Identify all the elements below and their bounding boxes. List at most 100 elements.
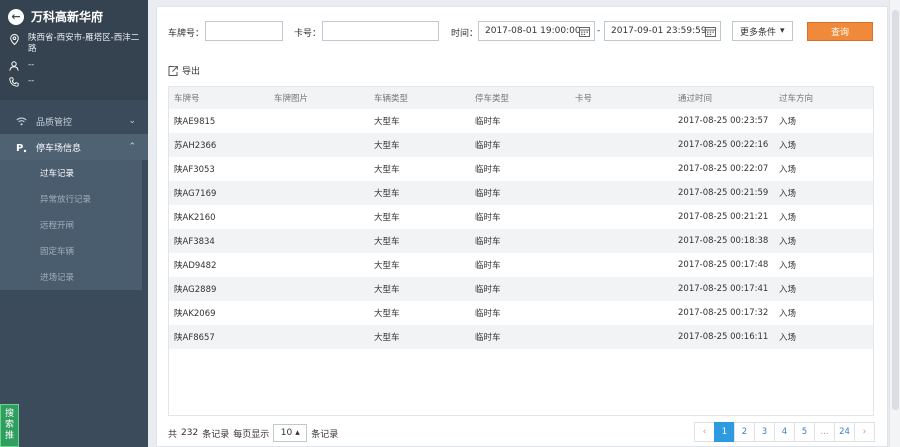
cell-vehicle-type: 大型车	[374, 165, 400, 175]
column-header-pass-time[interactable]: 通过时间	[673, 87, 774, 109]
column-header-direction[interactable]: 过车方向	[774, 87, 873, 109]
scrollbar-thumb[interactable]	[892, 10, 899, 410]
cell-card-number	[570, 229, 673, 253]
page-size-select[interactable]: 10 ▴	[273, 424, 308, 442]
sidebar-menu: 品质管控 ⌄ P 停车场信息 ⌃ 过车记录 异常放行记录 远程开闸 固定车辆 进…	[0, 100, 148, 290]
table-row[interactable]: 陕AG2889 大型车 临时车 2017-08-25 00:17:41 入场	[169, 277, 873, 301]
page-button-3[interactable]: 3	[754, 422, 775, 442]
cell-plate: 陕AF3053	[174, 165, 215, 175]
table-row[interactable]: 陕AE9815 大型车 临时车 2017-08-25 00:23:57 入场	[169, 109, 873, 133]
table-row[interactable]: 陕AF3834 大型车 临时车 2017-08-25 00:18:38 入场	[169, 229, 873, 253]
cell-card-number	[570, 109, 673, 133]
more-conditions-button[interactable]: 更多条件 ▾	[732, 21, 793, 41]
cell-parking-type: 临时车	[475, 261, 501, 271]
cell-card-number	[570, 205, 673, 229]
cell-direction: 入场	[779, 165, 797, 175]
page-scrollbar[interactable]	[889, 0, 900, 447]
card-input[interactable]	[322, 21, 439, 41]
submenu-item-pass-records[interactable]: 过车记录	[0, 160, 142, 186]
per-page-suffix: 条记录	[311, 429, 339, 440]
column-header-plate[interactable]: 车牌号	[169, 87, 269, 109]
table-header-row: 车牌号 车牌图片 车辆类型 停车类型 卡号 通过时间 过车方向	[169, 87, 873, 109]
submenu-item-abnormal-release[interactable]: 异常放行记录	[0, 186, 142, 212]
cell-parking-type: 临时车	[475, 309, 501, 319]
per-page-label: 每页显示	[233, 429, 270, 440]
sidebar-item-quality-control[interactable]: 品质管控 ⌄	[0, 108, 148, 134]
prev-page-button[interactable]: ‹	[694, 422, 715, 442]
end-time-input[interactable]: 2017-09-01 23:59:59	[604, 21, 721, 41]
cell-plate-image	[269, 325, 369, 349]
cell-pass-time: 2017-08-25 00:17:32	[678, 308, 769, 318]
column-header-plate-image[interactable]: 车牌图片	[269, 87, 369, 109]
cell-vehicle-type: 大型车	[374, 261, 400, 271]
address-row: 陕西省-西安市-雁塔区-西沣二路	[8, 33, 140, 55]
cell-vehicle-type: 大型车	[369, 277, 470, 301]
main-content: 车牌号： 卡号： 时间： 2017-08-01 19:00:00 - 2017-…	[156, 6, 888, 447]
user-row: --	[8, 60, 140, 71]
cell-direction: 入场	[774, 325, 873, 349]
submenu-item-entry-records[interactable]: 进场记录	[0, 264, 142, 290]
cell-vehicle-type: 大型车	[369, 325, 470, 349]
cell-card-number	[570, 157, 673, 181]
submenu-item-remote-gate[interactable]: 远程开闸	[0, 212, 142, 238]
table-row[interactable]: 陕AF8657 大型车 临时车 2017-08-25 00:16:11 入场	[169, 325, 873, 349]
search-push-tag[interactable]: 搜索推	[0, 404, 19, 447]
column-header-card-number[interactable]: 卡号	[570, 87, 673, 109]
cell-plate-image	[269, 109, 369, 133]
svg-text:P: P	[16, 143, 23, 153]
back-arrow-icon[interactable]: ←	[8, 8, 24, 25]
plate-input[interactable]	[205, 21, 283, 41]
cell-parking-type: 临时车	[470, 181, 570, 205]
calendar-icon[interactable]	[579, 26, 590, 37]
page-button-24[interactable]: 24	[834, 422, 855, 442]
cell-direction: 入场	[774, 277, 873, 301]
sidebar-header: ← 万科高新华府 陕西省-西安市-雁塔区-西沣二路 -- --	[0, 0, 148, 100]
calendar-icon[interactable]	[705, 26, 716, 37]
cell-parking-type: 临时车	[470, 229, 570, 253]
user-icon	[8, 60, 20, 71]
export-button[interactable]: 导出	[168, 64, 200, 77]
table-row[interactable]: 陕AG7169 大型车 临时车 2017-08-25 00:21:59 入场	[169, 181, 873, 205]
page-button-4[interactable]: 4	[774, 422, 795, 442]
card-label: 卡号：	[294, 29, 322, 39]
column-header-vehicle-type[interactable]: 车辆类型	[369, 87, 470, 109]
cell-pass-time: 2017-08-25 00:17:48	[678, 260, 769, 270]
cell-card-number	[570, 181, 673, 205]
column-header-parking-type[interactable]: 停车类型	[470, 87, 570, 109]
table-row[interactable]: 陕AK2069 大型车 临时车 2017-08-25 00:17:32 入场	[169, 301, 873, 325]
cell-plate-image	[269, 253, 369, 277]
sidebar-item-parking-info[interactable]: P 停车场信息 ⌃	[0, 134, 148, 160]
cell-plate-image	[269, 205, 369, 229]
cell-plate: 陕AK2069	[174, 309, 216, 319]
cell-parking-type: 临时车	[475, 165, 501, 175]
table-row[interactable]: 陕AF3053 大型车 临时车 2017-08-25 00:22:07 入场	[169, 157, 873, 181]
wifi-icon	[14, 117, 28, 126]
time-label: 时间：	[451, 29, 479, 39]
total-prefix: 共	[168, 429, 178, 440]
cell-direction: 入场	[774, 181, 873, 205]
page-button-2[interactable]: 2	[734, 422, 755, 442]
sidebar-item-label: 品质管控	[36, 117, 73, 128]
page-button-1[interactable]: 1	[714, 422, 735, 442]
address-text: 陕西省-西安市-雁塔区-西沣二路	[28, 33, 140, 54]
cell-plate-image	[269, 277, 369, 301]
site-title: 万科高新华府	[31, 10, 104, 24]
page-size-value: 10	[280, 428, 293, 438]
cell-vehicle-type: 大型车	[374, 213, 400, 223]
parking-icon: P	[14, 142, 28, 153]
table-row[interactable]: 陕AD9482 大型车 临时车 2017-08-25 00:17:48 入场	[169, 253, 873, 277]
table-row[interactable]: 苏AH2366 大型车 临时车 2017-08-25 00:22:16 入场	[169, 133, 873, 157]
parking-submenu: 过车记录 异常放行记录 远程开闸 固定车辆 进场记录	[0, 160, 142, 290]
cell-direction: 入场	[779, 117, 797, 127]
cell-direction: 入场	[774, 229, 873, 253]
cell-plate-image	[269, 301, 369, 325]
submenu-item-fixed-vehicles[interactable]: 固定车辆	[0, 238, 142, 264]
page-button-5[interactable]: 5	[794, 422, 815, 442]
cell-pass-time: 2017-08-25 00:18:38	[673, 229, 774, 253]
site-info: 陕西省-西安市-雁塔区-西沣二路 -- --	[8, 33, 140, 87]
table-row[interactable]: 陕AK2160 大型车 临时车 2017-08-25 00:21:21 入场	[169, 205, 873, 229]
query-button[interactable]: 查询	[807, 22, 873, 41]
start-time-input[interactable]: 2017-08-01 19:00:00	[478, 21, 595, 41]
next-page-button[interactable]: ›	[854, 422, 875, 442]
cell-parking-type: 临时车	[470, 277, 570, 301]
